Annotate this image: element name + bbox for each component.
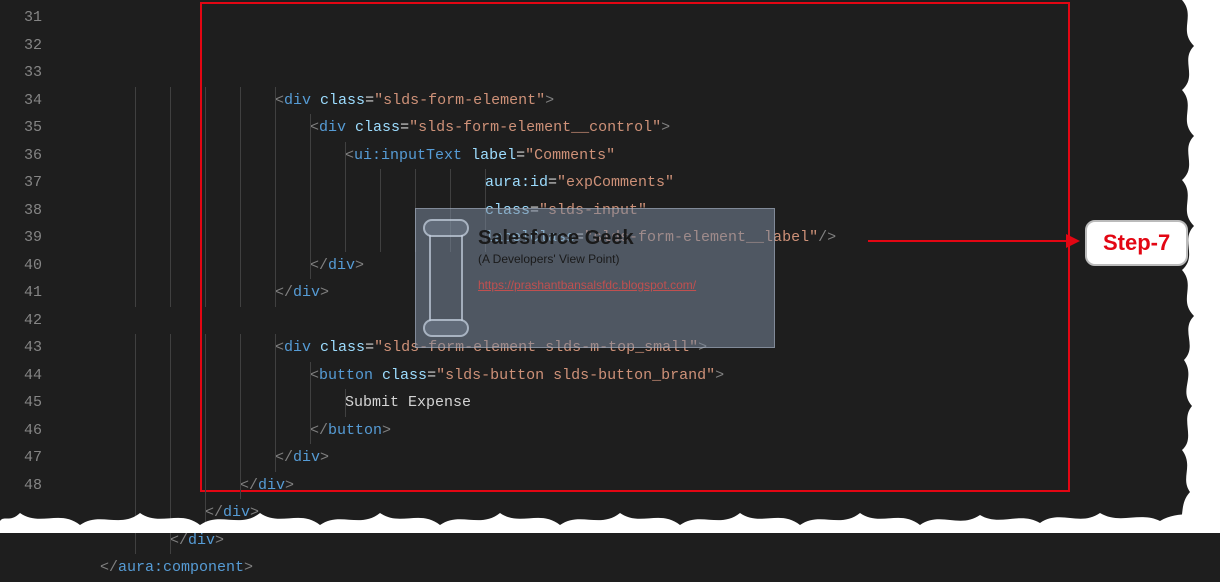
line-number: 47 [0, 444, 42, 472]
line-number: 36 [0, 142, 42, 170]
line-number: 42 [0, 307, 42, 335]
line-number: 31 [0, 4, 42, 32]
line-number: 41 [0, 279, 42, 307]
code-line[interactable]: </div> [60, 472, 1220, 500]
step-badge-label: Step-7 [1103, 230, 1170, 255]
code-line[interactable]: </div> [60, 499, 1220, 527]
line-number-gutter: 313233343536373839404142434445464748 [0, 0, 60, 531]
code-line[interactable]: aura:id="expComments" [60, 169, 1220, 197]
code-line[interactable]: </button> [60, 417, 1220, 445]
code-line[interactable]: class="slds-input" [60, 197, 1220, 225]
line-number: 44 [0, 362, 42, 390]
step-badge: Step-7 [1085, 220, 1188, 266]
code-line[interactable]: </div> [60, 252, 1220, 280]
line-number: 35 [0, 114, 42, 142]
code-editor[interactable]: 313233343536373839404142434445464748 <di… [0, 0, 1220, 531]
code-area[interactable]: <div class="slds-form-element"><div clas… [60, 0, 1220, 531]
line-number: 37 [0, 169, 42, 197]
code-line[interactable] [60, 307, 1220, 335]
code-line[interactable]: labelClass="slds-form-element__label"/> [60, 224, 1220, 252]
code-line[interactable]: <div class="slds-form-element__control"> [60, 114, 1220, 142]
code-line[interactable]: <button class="slds-button slds-button_b… [60, 362, 1220, 390]
annotation-arrow [868, 240, 1078, 242]
line-number: 40 [0, 252, 42, 280]
line-number: 45 [0, 389, 42, 417]
line-number: 43 [0, 334, 42, 362]
line-number: 33 [0, 59, 42, 87]
code-line[interactable]: </aura:component> [60, 554, 1220, 582]
code-line[interactable]: Submit Expense [60, 389, 1220, 417]
line-number: 39 [0, 224, 42, 252]
code-line[interactable]: </div> [60, 279, 1220, 307]
line-number: 34 [0, 87, 42, 115]
code-line[interactable]: <ui:inputText label="Comments" [60, 142, 1220, 170]
code-line[interactable]: <div class="slds-form-element"> [60, 87, 1220, 115]
code-line[interactable]: <div class="slds-form-element slds-m-top… [60, 334, 1220, 362]
line-number: 38 [0, 197, 42, 225]
line-number: 32 [0, 32, 42, 60]
line-number: 48 [0, 472, 42, 500]
code-line[interactable]: </div> [60, 444, 1220, 472]
line-number: 46 [0, 417, 42, 445]
